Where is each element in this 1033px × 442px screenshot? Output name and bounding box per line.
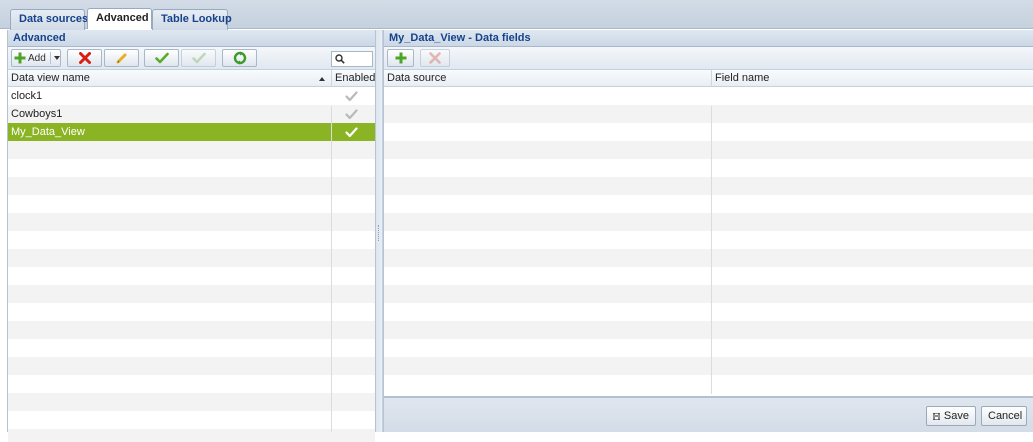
panel-title: Advanced [8, 30, 375, 47]
disable-button[interactable] [181, 49, 216, 67]
data-fields-grid-header: Data source Field name [384, 70, 1033, 87]
disable-check-icon [192, 52, 206, 64]
save-icon [933, 410, 940, 423]
delete-icon [79, 52, 91, 64]
empty-row [8, 231, 375, 249]
remove-field-icon [429, 52, 441, 64]
add-button[interactable]: Add [11, 49, 61, 67]
edit-button[interactable] [104, 49, 139, 67]
empty-row [8, 393, 375, 411]
enable-button[interactable] [144, 49, 179, 67]
add-field-button[interactable] [387, 49, 414, 67]
add-button-label: Add [28, 53, 46, 64]
empty-row [384, 87, 1033, 105]
empty-row [384, 303, 1033, 321]
empty-row [384, 339, 1033, 357]
dialog-footer: Save Cancel [384, 396, 1033, 432]
empty-row [384, 213, 1033, 231]
tab-table-lookup[interactable]: Table Lookup [152, 9, 228, 30]
column-header-data-view-name[interactable]: Data view name [8, 70, 331, 87]
empty-row [384, 321, 1033, 339]
edit-icon [116, 52, 128, 64]
empty-row [384, 195, 1033, 213]
empty-row [8, 357, 375, 375]
empty-row [8, 339, 375, 357]
data-fields-grid [384, 87, 1033, 387]
cancel-button[interactable]: Cancel [981, 406, 1027, 426]
data-views-grid: clock1 Cowboys1 My_Data_View [8, 87, 375, 442]
empty-row [8, 375, 375, 393]
column-header-data-source[interactable]: Data source [384, 70, 711, 87]
sort-ascending-icon [319, 77, 325, 81]
enable-check-icon [155, 52, 169, 64]
column-divider [331, 106, 332, 432]
empty-row [384, 141, 1033, 159]
empty-row [384, 267, 1033, 285]
data-view-name-cell: My_Data_View [8, 123, 331, 141]
table-row-selected[interactable]: My_Data_View [8, 123, 375, 141]
plus-icon [14, 52, 26, 64]
empty-row [384, 123, 1033, 141]
column-header-label: Enabled [335, 72, 375, 84]
data-fields-panel: My_Data_View - Data fields Data source F… [383, 30, 1033, 432]
tab-data-sources[interactable]: Data sources [10, 9, 85, 30]
splitter-grip[interactable] [378, 225, 381, 241]
chevron-down-icon[interactable] [54, 56, 60, 60]
save-button[interactable]: Save [926, 406, 976, 426]
remove-field-button[interactable] [420, 49, 450, 67]
empty-row [8, 429, 375, 442]
data-fields-toolbar [384, 47, 1033, 70]
add-button-separator [50, 52, 51, 64]
empty-row [384, 357, 1033, 375]
empty-row [8, 303, 375, 321]
empty-row [384, 177, 1033, 195]
empty-row [8, 195, 375, 213]
empty-row [8, 141, 375, 159]
tab-advanced[interactable]: Advanced [87, 8, 152, 29]
empty-row [384, 249, 1033, 267]
empty-row [384, 105, 1033, 123]
empty-row [8, 177, 375, 195]
enabled-check-icon [345, 127, 358, 138]
panel-splitter[interactable] [376, 30, 383, 432]
add-field-icon [395, 52, 407, 64]
save-button-label: Save [944, 407, 969, 425]
empty-row [8, 249, 375, 267]
enabled-check-icon [345, 109, 358, 120]
refresh-button[interactable] [222, 49, 257, 67]
empty-row [8, 321, 375, 339]
table-row[interactable]: clock1 [8, 87, 375, 105]
data-view-name-cell: Cowboys1 [8, 105, 331, 123]
data-views-toolbar: Add [8, 47, 375, 70]
empty-row [384, 231, 1033, 249]
search-icon [335, 54, 345, 64]
empty-row [384, 375, 1033, 387]
column-header-field-name[interactable]: Field name [711, 70, 1033, 87]
delete-button[interactable] [67, 49, 102, 67]
enabled-check-icon [345, 91, 358, 102]
empty-row [8, 411, 375, 429]
search-input[interactable] [331, 51, 373, 67]
empty-row [8, 159, 375, 177]
data-views-grid-header: Data view name Enabled [8, 70, 375, 87]
column-header-enabled[interactable]: Enabled [331, 70, 377, 87]
data-views-panel: Advanced Add [7, 30, 376, 432]
column-divider [711, 106, 712, 394]
empty-row [8, 267, 375, 285]
column-header-label: Data view name [11, 72, 90, 84]
empty-row [8, 285, 375, 303]
tab-strip: Data sources Advanced Table Lookup [0, 0, 1033, 29]
empty-row [384, 285, 1033, 303]
empty-row [384, 159, 1033, 177]
panel-title: My_Data_View - Data fields [384, 30, 1033, 47]
table-row[interactable]: Cowboys1 [8, 105, 375, 123]
refresh-icon [233, 51, 247, 65]
data-view-name-cell: clock1 [8, 87, 331, 105]
empty-row [8, 213, 375, 231]
